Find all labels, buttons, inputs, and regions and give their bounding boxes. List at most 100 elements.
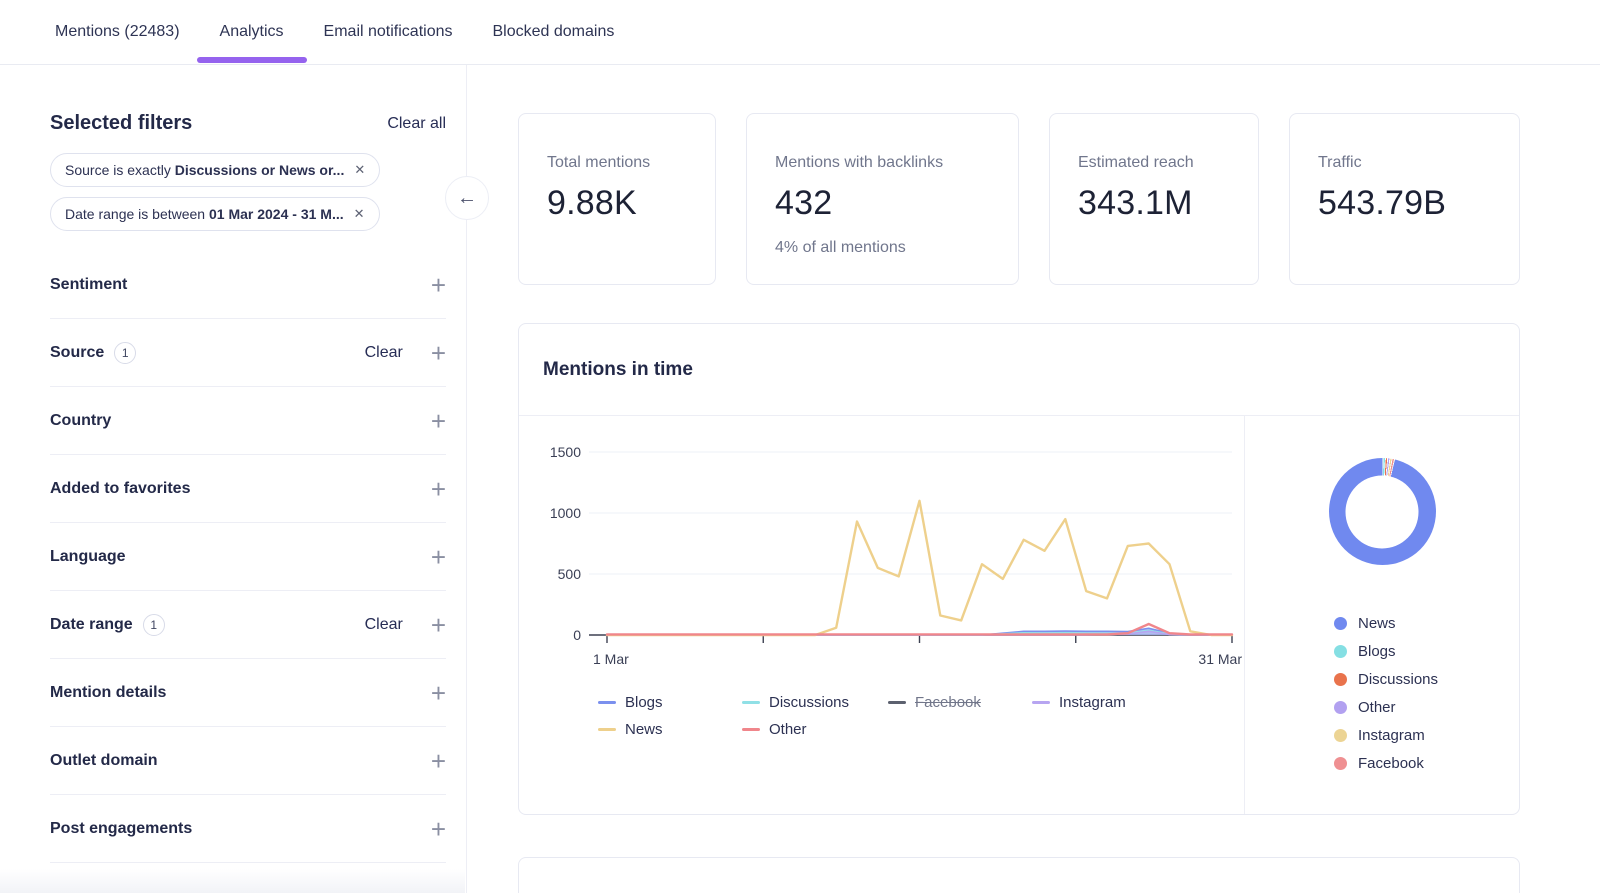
legend-dash-icon xyxy=(742,728,760,731)
tab-analytics[interactable]: Analytics xyxy=(220,0,284,64)
tab-bar: Mentions (22483) Analytics Email notificat… xyxy=(0,0,1600,65)
filter-label: Outlet domain xyxy=(50,752,158,770)
legend-dot-icon xyxy=(1334,729,1347,742)
arrow-left-icon: ← xyxy=(457,187,477,210)
legend-label: Instagram xyxy=(1059,694,1126,711)
donut-pane: News Blogs Discussions Other Instagram Facebo… xyxy=(1244,416,1519,814)
filter-row-actions: + xyxy=(431,411,446,431)
stat-card-mentions-with-backlinks: Mentions with backlinks 432 4% of all ment… xyxy=(746,113,1019,285)
legend-item-news[interactable]: News xyxy=(598,721,742,738)
donut-legend-item-discussions[interactable]: Discussions xyxy=(1334,671,1519,688)
filter-section-list: Sentiment+Source1Clear+Country+Added to … xyxy=(50,251,446,863)
filter-row-added-to-favorites: Added to favorites+ xyxy=(50,455,446,523)
filter-clear-link[interactable]: Clear xyxy=(365,616,403,634)
filter-row-language: Language + xyxy=(50,523,446,591)
tab-email-notifications[interactable]: Email notifications xyxy=(324,0,453,64)
collapse-sidebar-button[interactable]: ← xyxy=(445,176,489,220)
tab-label: Blocked domains xyxy=(493,23,615,41)
legend-item-instagram[interactable]: Instagram xyxy=(1032,694,1244,711)
stat-label: Total mentions xyxy=(547,154,687,172)
legend-label: Other xyxy=(769,721,807,738)
legend-item-blogs[interactable]: Blogs xyxy=(598,694,742,711)
series-line-news xyxy=(607,501,1232,635)
mentions-line-chart: 1500100050001 Mar31 Mar xyxy=(533,438,1243,688)
filter-label: Date range1 xyxy=(50,614,165,636)
legend-label: News xyxy=(1358,615,1396,632)
y-tick-label: 1500 xyxy=(550,444,581,460)
remove-filter-icon[interactable]: ✕ xyxy=(354,206,365,222)
tab-mentions-22483[interactable]: Mentions (22483) xyxy=(55,0,180,64)
filter-chip[interactable]: Source is exactly Discussions or News or… xyxy=(50,153,380,187)
stat-value: 543.79B xyxy=(1318,184,1491,223)
donut-legend-item-other[interactable]: Other xyxy=(1334,699,1519,716)
filter-label: Source1 xyxy=(50,342,136,364)
x-label-end: 31 Mar xyxy=(1198,651,1242,667)
tab-blocked-domains[interactable]: Blocked domains xyxy=(493,0,615,64)
expand-filter-icon[interactable]: + xyxy=(431,615,446,635)
y-tick-label: 1000 xyxy=(550,505,581,521)
content-area: ← Selected filters Clear all Source is e… xyxy=(0,65,1600,893)
donut-legend-item-blogs[interactable]: Blogs xyxy=(1334,643,1519,660)
expand-filter-icon[interactable]: + xyxy=(431,275,446,295)
donut-legend: News Blogs Discussions Other Instagram Facebo… xyxy=(1334,615,1519,772)
expand-filter-icon[interactable]: + xyxy=(431,751,446,771)
donut-legend-item-news[interactable]: News xyxy=(1334,615,1519,632)
tab-label: Analytics xyxy=(220,23,284,41)
stat-card-estimated-reach: Estimated reach343.1M xyxy=(1049,113,1259,285)
filter-clear-link[interactable]: Clear xyxy=(365,344,403,362)
filter-row-outlet-domain: Outlet domain + xyxy=(50,727,446,795)
filter-row-actions: + xyxy=(431,479,446,499)
filter-row-sentiment: Sentiment + xyxy=(50,251,446,319)
legend-dash-icon xyxy=(598,728,616,731)
filter-row-actions: + xyxy=(431,751,446,771)
y-tick-label: 500 xyxy=(558,566,582,582)
mentions-in-time-card: Mentions in time 1500100050001 Mar31 Mar… xyxy=(518,323,1520,815)
filter-count-badge: 1 xyxy=(143,614,165,636)
expand-filter-icon[interactable]: + xyxy=(431,819,446,839)
tab-label: Mentions (22483) xyxy=(55,23,180,41)
expand-filter-icon[interactable]: + xyxy=(431,343,446,363)
donut-hole xyxy=(1346,475,1419,548)
filter-label: Post engagements xyxy=(50,820,192,838)
donut-legend-item-instagram[interactable]: Instagram xyxy=(1334,727,1519,744)
filter-chip-text: Date range is between 01 Mar 2024 - 31 M… xyxy=(65,206,344,222)
stat-card-traffic: Traffic543.79B xyxy=(1289,113,1520,285)
legend-dot-icon xyxy=(1334,645,1347,658)
filter-row-actions: + xyxy=(431,683,446,703)
filter-label: Language xyxy=(50,548,126,566)
remove-filter-icon[interactable]: ✕ xyxy=(354,162,365,178)
clear-all-link[interactable]: Clear all xyxy=(387,115,446,133)
filter-row-country: Country + xyxy=(50,387,446,455)
expand-filter-icon[interactable]: + xyxy=(431,547,446,567)
filter-label: Country xyxy=(50,412,111,430)
legend-dot-icon xyxy=(1334,757,1347,770)
legend-label: Instagram xyxy=(1358,727,1425,744)
stat-label: Mentions with backlinks xyxy=(775,154,990,172)
legend-item-facebook[interactable]: Facebook xyxy=(888,694,1032,711)
stat-label: Estimated reach xyxy=(1078,154,1230,172)
filter-row-actions: Clear + xyxy=(365,343,446,363)
legend-label: Facebook xyxy=(1358,755,1424,772)
legend-item-discussions[interactable]: Discussions xyxy=(742,694,888,711)
filter-row-actions: + xyxy=(431,547,446,567)
donut-legend-item-facebook[interactable]: Facebook xyxy=(1334,755,1519,772)
next-section-card xyxy=(518,857,1520,893)
filter-label: Mention details xyxy=(50,684,166,702)
filter-row-actions: + xyxy=(431,275,446,295)
line-chart-pane: 1500100050001 Mar31 Mar BlogsDiscussions… xyxy=(519,416,1244,814)
legend-label: Other xyxy=(1358,699,1396,716)
expand-filter-icon[interactable]: + xyxy=(431,479,446,499)
filter-label: Sentiment xyxy=(50,276,127,294)
expand-filter-icon[interactable]: + xyxy=(431,683,446,703)
sources-donut-chart xyxy=(1329,458,1436,565)
stat-value: 432 xyxy=(775,184,990,223)
filter-row-mention-details: Mention details + xyxy=(50,659,446,727)
filter-chip[interactable]: Date range is between 01 Mar 2024 - 31 M… xyxy=(50,197,380,231)
filters-sidebar: Selected filters Clear all Source is exa… xyxy=(0,65,467,893)
stat-subtext: 4% of all mentions xyxy=(775,239,990,257)
expand-filter-icon[interactable]: + xyxy=(431,411,446,431)
legend-item-other[interactable]: Other xyxy=(742,721,888,738)
line-chart-legend: BlogsDiscussionsFacebook Instagram News Oth… xyxy=(598,694,1244,738)
legend-label: Discussions xyxy=(1358,671,1438,688)
legend-dash-icon xyxy=(742,701,760,704)
